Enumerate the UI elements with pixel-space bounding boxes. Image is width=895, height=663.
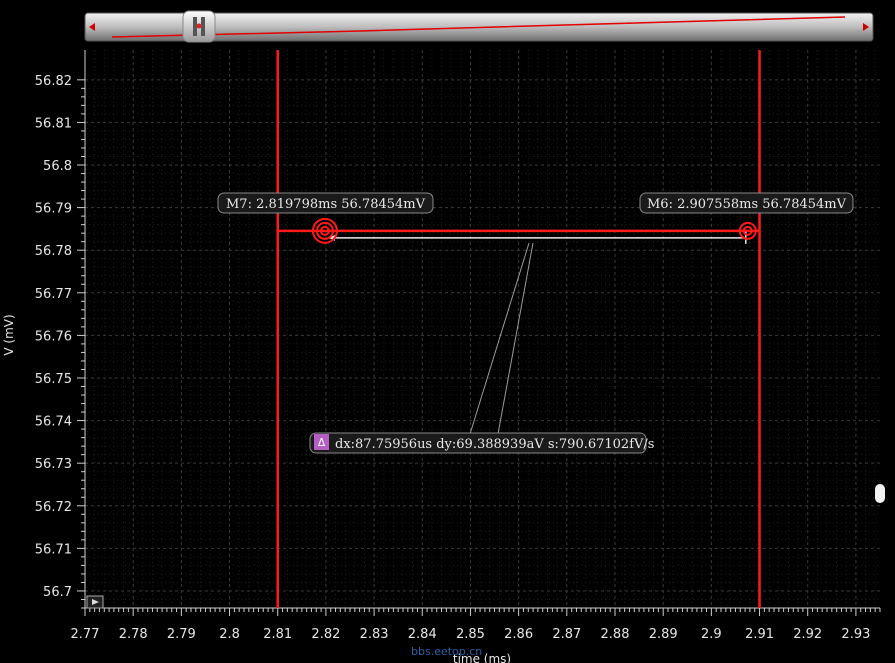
y-tick-label: 56.73 — [35, 457, 72, 472]
m6-label[interactable]: M6: 2.907558ms 56.78454mV — [639, 192, 854, 214]
x-tick-label: 2.8 — [219, 627, 240, 642]
x-tick-label: 2.87 — [552, 627, 581, 642]
delta-icon-glyph: Δ — [318, 436, 326, 449]
x-tick-label: 2.9 — [701, 627, 722, 642]
x-tick-label: 2.77 — [71, 627, 100, 642]
y-tick-label: 56.78 — [35, 244, 72, 259]
x-tick-label: 2.93 — [841, 627, 870, 642]
y-tick-labels: 56.82 56.81 56.8 56.79 56.78 56.77 56.76 56.75 5… — [35, 74, 72, 600]
y-tick-label: 56.76 — [35, 329, 72, 344]
scroll-handle-icon[interactable] — [875, 484, 885, 503]
y-axis-title: V (mV) — [2, 314, 16, 355]
x-tick-label: 2.78 — [119, 627, 148, 642]
y-tick-label: 56.81 — [35, 116, 72, 131]
play-icon[interactable] — [86, 595, 104, 609]
y-tick-label: 56.71 — [35, 542, 72, 557]
x-tick-label: 2.85 — [456, 627, 485, 642]
x-tick-labels: 2.77 2.78 2.79 2.8 2.81 2.82 2.83 2.84 2.85 2.86 2… — [71, 627, 871, 642]
x-tick-label: 2.92 — [793, 627, 822, 642]
y-tick-label: 56.74 — [35, 415, 72, 430]
x-tick-label: 2.79 — [167, 627, 196, 642]
pause-thumb-icon[interactable] — [182, 10, 216, 43]
x-tick-label: 2.88 — [601, 627, 630, 642]
y-tick-label: 56.8 — [43, 159, 72, 174]
x-tick-label: 2.89 — [649, 627, 678, 642]
m6-label-text: M6: 2.907558ms 56.78454mV — [647, 197, 847, 212]
m7-label[interactable]: M7: 2.819798ms 56.78454mV — [217, 192, 434, 214]
x-tick-label: 2.83 — [360, 627, 389, 642]
x-tick-label: 2.84 — [408, 627, 437, 642]
x-tick-label: 2.86 — [504, 627, 533, 642]
y-tick-label: 56.79 — [35, 202, 72, 217]
waveform-chart[interactable]: 2.77 2.78 2.79 2.8 2.81 2.82 2.83 2.84 2.85 2.86 2… — [0, 0, 895, 663]
watermark: bbs.eetop.cn — [411, 645, 482, 658]
x-tick-label: 2.82 — [311, 627, 340, 642]
delta-label: dx:87.75956us dy:69.388939aV s:790.67102… — [335, 437, 654, 452]
x-axis-ticks — [84, 608, 881, 616]
y-tick-label: 56.82 — [35, 74, 72, 89]
y-axis-ticks — [77, 79, 85, 609]
y-tick-label: 56.75 — [35, 372, 72, 387]
y-tick-label: 56.7 — [43, 585, 72, 600]
y-tick-label: 56.77 — [35, 287, 72, 302]
overview-scrollbar[interactable] — [84, 10, 874, 43]
y-tick-label: 56.72 — [35, 500, 72, 515]
x-tick-label: 2.91 — [745, 627, 774, 642]
m7-label-text: M7: 2.819798ms 56.78454mV — [226, 197, 426, 212]
x-tick-label: 2.81 — [263, 627, 292, 642]
